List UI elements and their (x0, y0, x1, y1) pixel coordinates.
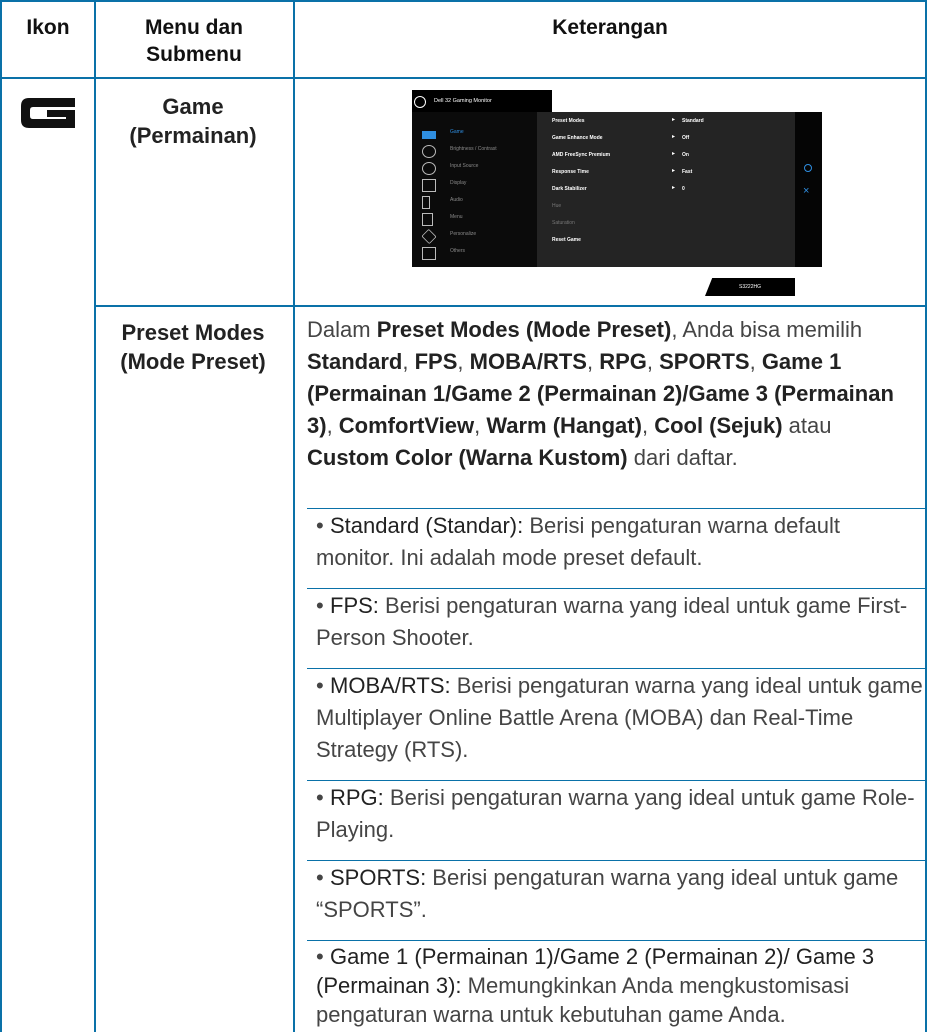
close-icon[interactable]: × (803, 186, 809, 197)
divider (307, 588, 927, 589)
osd-menu-input[interactable]: Input Source (420, 161, 536, 176)
divider (307, 780, 927, 781)
osd-title: Dell 32 Gaming Monitor (434, 98, 492, 104)
divider (307, 668, 927, 669)
input-source-icon (422, 162, 436, 175)
joystick-icon[interactable] (804, 164, 812, 172)
osd-menu-personalize[interactable]: Personalize (420, 228, 536, 245)
star-icon (421, 228, 437, 245)
osd-menu-others[interactable]: Others (420, 246, 536, 261)
osd-row[interactable]: AMD FreeSync Premium ▸ On (552, 149, 792, 164)
list-item: • FPS: Berisi pengaturan warna yang ideal… (316, 593, 908, 650)
osd-row: Hue (552, 203, 562, 209)
menu-preset-modes: Preset Modes (Mode Preset) (120, 320, 266, 374)
list-item: • Standard (Standar): Berisi pengaturan w… (316, 513, 840, 570)
osd-menu-game[interactable]: Game (420, 127, 536, 142)
brightness-icon (422, 145, 436, 158)
osd-row[interactable]: Response Time ▸ Fast (552, 166, 792, 181)
osd-menu-menu[interactable]: Menu (420, 212, 536, 227)
menu-icon (422, 213, 433, 226)
osd-row: Saturation (552, 220, 575, 226)
row-divider (96, 305, 927, 307)
osd-row[interactable]: Game Enhance Mode ▸ Off (552, 132, 792, 147)
osd-menu-display[interactable]: Display (420, 178, 536, 193)
game-icon (422, 131, 436, 139)
osd-row[interactable]: Preset Modes ▸ Standard (552, 115, 792, 130)
left-border (0, 0, 2, 1032)
list-item: • RPG: Berisi pengaturan warna yang ideal… (316, 785, 915, 842)
list-item: • MOBA/RTS: Berisi pengaturan warna yang … (316, 673, 923, 762)
header-bottom-border (0, 77, 927, 79)
preset-intro: Dalam Preset Modes (Mode Preset), Anda b… (307, 317, 894, 470)
divider (307, 940, 927, 941)
divider (307, 860, 927, 861)
header-icon: Ikon (26, 16, 70, 39)
header-description: Keterangan (552, 16, 668, 39)
osd-menu-list: Game Brightness / Contrast Input Source … (412, 112, 537, 267)
menu-game: Game (Permainan) (129, 94, 257, 148)
osd-menu-audio[interactable]: Audio (420, 195, 536, 210)
list-item: • SPORTS: Berisi pengaturan warna yang id… (316, 865, 899, 922)
settings-table: Ikon Menu dan Submenu Keterangan Game (P… (0, 0, 931, 1032)
table-top-border (0, 0, 927, 2)
osd-title-bar: Dell 32 Gaming Monitor (412, 90, 552, 112)
others-icon (422, 247, 436, 260)
game-g-icon (21, 98, 75, 128)
osd-side-controls: × (795, 112, 822, 267)
col-divider-2 (293, 0, 295, 1032)
dell-logo-icon (414, 96, 426, 108)
osd-screenshot: Dell 32 Gaming Monitor Game Brightness /… (397, 85, 829, 297)
display-icon (422, 179, 436, 192)
header-menu: Menu dan Submenu (145, 16, 243, 66)
osd-panel: Game Brightness / Contrast Input Source … (412, 112, 822, 267)
osd-menu-brightness[interactable]: Brightness / Contrast (420, 144, 536, 159)
osd-model: S3222HG (739, 284, 761, 290)
osd-model-bar: S3222HG (705, 278, 795, 296)
osd-row[interactable]: Dark Stabilizer ▸ 0 (552, 183, 792, 198)
speaker-icon (422, 196, 430, 209)
divider (307, 508, 927, 509)
list-item: • Game 1 (Permainan 1)/Game 2 (Permainan … (316, 944, 875, 1027)
right-border (925, 0, 927, 1032)
osd-settings: Preset Modes ▸ Standard Game Enhance Mode ▸… (537, 112, 795, 267)
osd-row[interactable]: Reset Game (552, 234, 792, 249)
col-divider-1 (94, 0, 96, 1032)
